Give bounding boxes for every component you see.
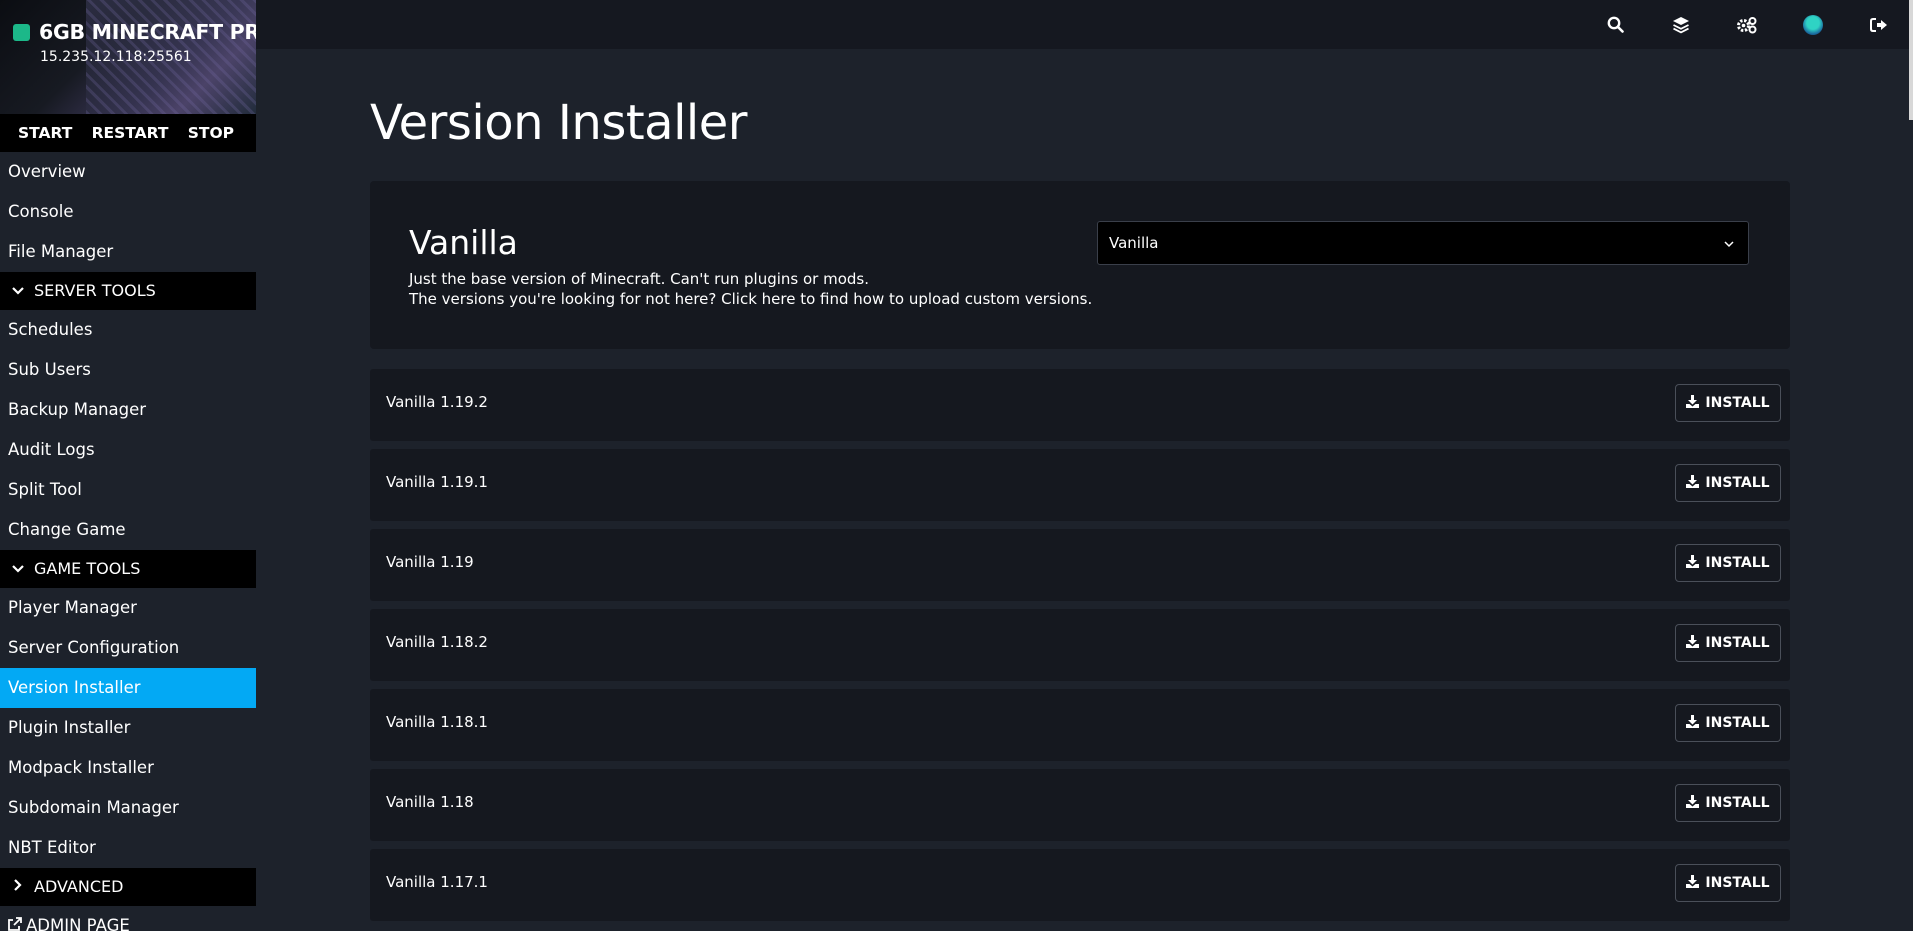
select-value: Vanilla xyxy=(1109,234,1159,252)
sidebar-section-advanced[interactable]: ADVANCED xyxy=(0,868,256,906)
server-header: 6GB MINECRAFT PRO 15.235.12.118:25561 xyxy=(0,0,256,114)
admin-page-label: ADMIN PAGE xyxy=(26,916,130,931)
chevron-right-icon xyxy=(12,868,24,906)
download-icon xyxy=(1686,794,1700,812)
avatar xyxy=(1803,14,1823,35)
page-title: Version Installer xyxy=(370,95,748,151)
sidebar-section-server-tools[interactable]: SERVER TOOLS xyxy=(0,272,256,310)
user-avatar[interactable] xyxy=(1801,13,1825,37)
external-link-icon xyxy=(8,906,22,931)
power-controls: START RESTART STOP xyxy=(0,114,256,152)
version-row: Vanilla 1.17.1 INSTALL xyxy=(370,849,1790,921)
top-bar xyxy=(256,0,1913,49)
install-label: INSTALL xyxy=(1705,715,1770,731)
version-name: Vanilla 1.19 xyxy=(386,553,474,571)
download-icon xyxy=(1686,554,1700,572)
install-button[interactable]: INSTALL xyxy=(1675,624,1781,662)
install-label: INSTALL xyxy=(1705,555,1770,571)
version-name: Vanilla 1.19.2 xyxy=(386,393,488,411)
top-bar-icons xyxy=(1603,0,1891,49)
version-type-card: Vanilla Just the base version of Minecra… xyxy=(370,181,1790,349)
sidebar-item-split-tool[interactable]: Split Tool xyxy=(0,470,256,510)
version-list: Vanilla 1.19.2 INSTALL Vanilla 1.19.1 IN… xyxy=(370,369,1790,929)
install-label: INSTALL xyxy=(1705,395,1770,411)
install-label: INSTALL xyxy=(1705,795,1770,811)
chevron-down-icon xyxy=(12,272,24,310)
sidebar-item-backup-manager[interactable]: Backup Manager xyxy=(0,390,256,430)
install-button[interactable]: INSTALL xyxy=(1675,544,1781,582)
restart-button[interactable]: RESTART xyxy=(92,124,169,142)
sidebar-section-game-tools[interactable]: GAME TOOLS xyxy=(0,550,256,588)
logout-icon[interactable] xyxy=(1867,13,1891,37)
scrollbar[interactable] xyxy=(1909,0,1913,120)
sidebar: 6GB MINECRAFT PRO 15.235.12.118:25561 ST… xyxy=(0,0,256,931)
install-label: INSTALL xyxy=(1705,635,1770,651)
sidebar-item-change-game[interactable]: Change Game xyxy=(0,510,256,550)
version-type-select[interactable]: Vanilla xyxy=(1097,221,1749,265)
server-name: 6GB MINECRAFT PRO xyxy=(39,20,256,44)
version-name: Vanilla 1.17.1 xyxy=(386,873,488,891)
start-button[interactable]: START xyxy=(18,124,72,142)
sidebar-item-nbt-editor[interactable]: NBT Editor xyxy=(0,828,256,868)
section-label: GAME TOOLS xyxy=(34,559,141,578)
install-label: INSTALL xyxy=(1705,475,1770,491)
install-button[interactable]: INSTALL xyxy=(1675,784,1781,822)
version-row: Vanilla 1.19.1 INSTALL xyxy=(370,449,1790,521)
install-button[interactable]: INSTALL xyxy=(1675,464,1781,502)
install-button[interactable]: INSTALL xyxy=(1675,704,1781,742)
install-label: INSTALL xyxy=(1705,875,1770,891)
version-name: Vanilla 1.19.1 xyxy=(386,473,488,491)
search-icon[interactable] xyxy=(1603,13,1627,37)
version-type-title: Vanilla xyxy=(409,223,518,262)
version-name: Vanilla 1.18.2 xyxy=(386,633,488,651)
server-ip: 15.235.12.118:25561 xyxy=(40,49,192,65)
sidebar-item-overview[interactable]: Overview xyxy=(0,152,256,192)
install-button[interactable]: INSTALL xyxy=(1675,384,1781,422)
version-row: Vanilla 1.19 INSTALL xyxy=(370,529,1790,601)
section-label: ADVANCED xyxy=(34,877,124,896)
section-label: SERVER TOOLS xyxy=(34,281,156,300)
settings-icon[interactable] xyxy=(1735,13,1759,37)
version-row: Vanilla 1.19.2 INSTALL xyxy=(370,369,1790,441)
sidebar-item-sub-users[interactable]: Sub Users xyxy=(0,350,256,390)
download-icon xyxy=(1686,634,1700,652)
sidebar-item-audit-logs[interactable]: Audit Logs xyxy=(0,430,256,470)
sidebar-item-subdomain-manager[interactable]: Subdomain Manager xyxy=(0,788,256,828)
install-button[interactable]: INSTALL xyxy=(1675,864,1781,902)
sidebar-item-player-manager[interactable]: Player Manager xyxy=(0,588,256,628)
sidebar-item-admin-page[interactable]: ADMIN PAGE xyxy=(0,906,256,931)
download-icon xyxy=(1686,714,1700,732)
download-icon xyxy=(1686,474,1700,492)
download-icon xyxy=(1686,874,1700,892)
sidebar-item-schedules[interactable]: Schedules xyxy=(0,310,256,350)
version-name: Vanilla 1.18 xyxy=(386,793,474,811)
sidebar-item-plugin-installer[interactable]: Plugin Installer xyxy=(0,708,256,748)
chevron-down-icon xyxy=(1724,234,1734,252)
sidebar-item-modpack-installer[interactable]: Modpack Installer xyxy=(0,748,256,788)
version-row: Vanilla 1.18.2 INSTALL xyxy=(370,609,1790,681)
server-status-indicator xyxy=(13,24,30,41)
sidebar-item-file-manager[interactable]: File Manager xyxy=(0,232,256,272)
stop-button[interactable]: STOP xyxy=(188,124,234,142)
chevron-down-icon xyxy=(12,550,24,588)
layers-icon[interactable] xyxy=(1669,13,1693,37)
sidebar-item-server-configuration[interactable]: Server Configuration xyxy=(0,628,256,668)
custom-versions-link[interactable]: The versions you're looking for not here… xyxy=(409,289,1092,309)
sidebar-item-version-installer[interactable]: Version Installer xyxy=(0,668,256,708)
version-row: Vanilla 1.18.1 INSTALL xyxy=(370,689,1790,761)
version-row: Vanilla 1.18 INSTALL xyxy=(370,769,1790,841)
version-type-description: Just the base version of Minecraft. Can'… xyxy=(409,269,1092,309)
description-line: Just the base version of Minecraft. Can'… xyxy=(409,270,869,288)
version-name: Vanilla 1.18.1 xyxy=(386,713,488,731)
download-icon xyxy=(1686,394,1700,412)
sidebar-item-console[interactable]: Console xyxy=(0,192,256,232)
